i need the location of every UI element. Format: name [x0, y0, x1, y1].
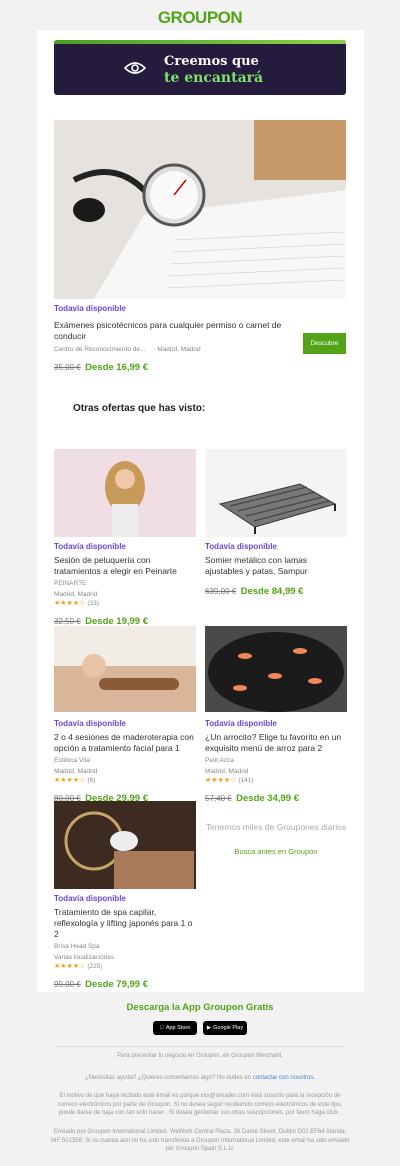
deal-card-hair[interactable]: Todavía disponible Sesión de peluquería … [54, 449, 196, 629]
rating-stars: ★★★★☆ (141) [205, 777, 254, 784]
deal-location: Madrid, Madrid [54, 591, 98, 598]
apple-icon:  [160, 1025, 164, 1031]
app-heading: Descarga la App Groupon Gratis [126, 1002, 274, 1013]
new-price: Desde 34,99 € [236, 793, 300, 804]
availability-label: Todavía disponible [54, 894, 126, 903]
featured-image[interactable] [54, 120, 346, 299]
deal-merchant: Petit Azca [205, 757, 234, 764]
eye-icon [124, 62, 146, 74]
old-price: 32,50 € [54, 617, 81, 626]
deal-image[interactable] [54, 626, 196, 714]
featured-location: Madrid, Madrid [157, 346, 201, 353]
play-icon: ▶ [206, 1025, 212, 1031]
deal-location: Varias localizaciones [54, 954, 115, 961]
hero-accent-bar [54, 40, 346, 44]
deal-location: Madrid, Madrid [205, 768, 249, 775]
deal-image[interactable] [54, 801, 196, 889]
deal-merchant: PEINARTE [54, 580, 87, 587]
deal-image[interactable] [54, 449, 196, 537]
footer-merchant: Para presentar tu negocio en Groupon, en… [117, 1053, 283, 1059]
old-price: 639,00 € [205, 587, 237, 596]
contact-link[interactable]: contactar con nosotros. [253, 1075, 315, 1081]
availability-label: Todavía disponible [54, 304, 126, 313]
footer-divider [54, 1046, 346, 1047]
descubre-button[interactable]: Descubre [303, 333, 346, 354]
deal-image[interactable] [205, 449, 347, 537]
deal-image[interactable] [205, 626, 347, 714]
footer-reason: El motivo de que haya recibido este emai… [57, 1093, 343, 1116]
availability-label: Todavía disponible [54, 542, 126, 551]
deal-title[interactable]: Somier metálico con lamas ajustables y p… [205, 555, 347, 577]
deal-merchant: Brisa Head Spa [54, 943, 100, 950]
availability-label: Todavía disponible [205, 542, 277, 551]
deal-title[interactable]: 2 o 4 sesiones de maderoterapia con opci… [54, 732, 196, 754]
section-title: Otras ofertas que has visto: [73, 403, 206, 414]
deal-title[interactable]: Sesión de peluquería con tratamientos a … [54, 555, 196, 577]
featured-old-price: 35,00 € [54, 363, 81, 372]
availability-label: Todavía disponible [205, 719, 277, 728]
rating-stars: ★★★★☆ (225) [54, 963, 103, 970]
footer-legal: Enviado por Groupon International Limite… [50, 1129, 350, 1152]
app-store-badge[interactable]: App Store [153, 1021, 197, 1035]
deal-title[interactable]: ¿Un arrocito? Elige tu favorito en un ex… [205, 732, 347, 754]
deal-location: Madrid, Madrid [54, 768, 98, 775]
availability-label: Todavía disponible [54, 719, 126, 728]
deal-title[interactable]: Tratamiento de spa capilar, reflexología… [54, 907, 196, 940]
deal-card-spa[interactable]: Todavía disponible Tratamiento de spa ca… [54, 801, 196, 992]
deal-card-maderoterapia[interactable]: Todavía disponible 2 o 4 sesiones de mad… [54, 626, 196, 806]
deal-merchant: Estética Vita [54, 757, 91, 764]
google-play-badge[interactable]: ▶ Google Play [203, 1021, 247, 1035]
groupon-logo[interactable]: GROUPON [0, 0, 400, 30]
rating-stars: ★★★★☆ (6) [54, 777, 96, 784]
hero-line1: Creemos que [164, 54, 259, 69]
app-download: Descarga la App Groupon Gratis App Stor… [0, 1002, 400, 1035]
featured-new-price: Desde 16,99 € [85, 362, 149, 373]
hero-banner: Creemos que te encantará [54, 40, 346, 95]
promo-text: Tenemos miles de Groupones diarios [205, 822, 347, 832]
old-price: 99,00 € [54, 980, 81, 989]
featured-deal: Todavía disponible Exámenes psicotécnico… [54, 304, 294, 375]
featured-title[interactable]: Exámenes psicotécnicos para cualquier pe… [54, 320, 294, 342]
new-price: Desde 84,99 € [240, 586, 304, 597]
new-price: Desde 79,99 € [85, 979, 149, 990]
featured-merchant: Centro de Reconocimiento de... [54, 346, 146, 353]
rating-stars: ★★★★☆ (33) [54, 600, 99, 607]
deal-card-arroz[interactable]: Todavía disponible ¿Un arrocito? Elige t… [205, 626, 347, 806]
hero-line2: te encantará [164, 70, 264, 86]
old-price: 57,40 € [205, 794, 232, 803]
deal-card-somier[interactable]: Todavía disponible Somier metálico con l… [205, 449, 347, 599]
promo-block: Tenemos miles de Groupones diarios Busca… [205, 821, 347, 856]
footer-help: ¿Necesitas ayuda? ¿Quieres comentarnos a… [84, 1075, 316, 1081]
promo-link[interactable]: Busca antes en Groupon [205, 847, 347, 856]
